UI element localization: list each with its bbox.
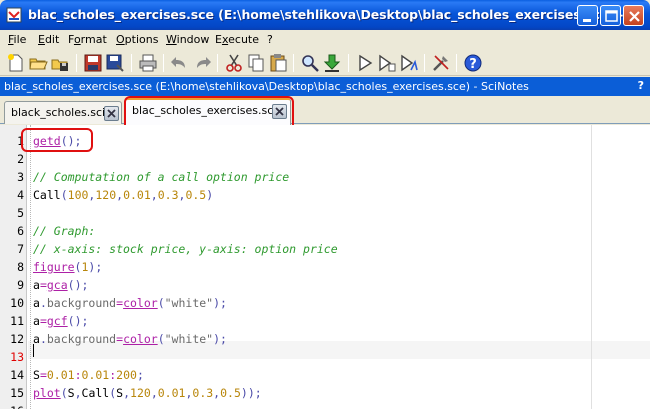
text-caret [33,344,34,357]
tab-bar: black_scholes.sci blac_scholes_exercises… [0,96,650,125]
line-number-current: 13 [10,350,24,364]
minimize-icon [583,19,591,22]
line-number: 12 [10,332,24,346]
window-title: blac_scholes_exercises.sce (E:\home\steh… [28,7,642,22]
line-number: 10 [10,296,24,310]
close-icon [629,11,640,22]
tab-black-scholes-sci[interactable]: black_scholes.sci [4,101,122,124]
code-line-10: a.background=color("white"); [33,296,227,310]
close-icon [107,109,116,118]
line-number: 11 [10,314,24,328]
menu-bar: File Edit Format Options Window Execute … [0,30,650,49]
line-number: 2 [17,152,24,166]
menu-file[interactable]: File [8,33,26,46]
line-number: 15 [10,386,24,400]
menu-options[interactable]: Options [116,33,158,46]
line-number: 9 [17,278,24,292]
minimize-button[interactable] [577,5,598,26]
code-line-4: Call(100,120,0.01,0.3,0.5) [33,188,214,202]
line-number: 4 [17,188,24,202]
save-icon[interactable] [83,53,103,73]
code-line-6: // Graph: [33,224,96,238]
open-from-disk-icon[interactable] [50,53,70,73]
code-highlight-annotation [21,128,93,152]
menu-edit[interactable]: Edit [38,33,59,46]
open-file-icon[interactable] [28,53,48,73]
tab-label: black_scholes.sci [11,106,106,119]
code-editor[interactable]: 1 2 3 4 5 6 7 8 9 10 11 12 13 14 15 16 g… [0,125,650,409]
indent-guide [30,125,31,409]
execute-until-caret-icon[interactable] [399,53,419,73]
line-number: 14 [10,368,24,382]
line-number: 7 [17,242,24,256]
svg-text:?: ? [469,57,477,72]
code-line-9: a=gca(); [33,278,89,292]
line-number: 3 [17,170,24,184]
code-line-7: // x-axis: stock price, y-axis: option p… [33,242,338,256]
print-icon[interactable] [138,53,158,73]
code-line-15: plot(S,Call(S,120,0.01,0.3,0.5)); [33,386,262,400]
code-line-8: figure(1); [33,260,103,274]
execute-file-icon[interactable] [377,53,397,73]
redo-icon[interactable] [192,53,212,73]
document-path: blac_scholes_exercises.sce (E:\home\steh… [4,80,529,93]
path-help-button[interactable]: ? [638,79,644,92]
cut-icon[interactable] [224,53,244,73]
preferences-icon[interactable] [431,53,451,73]
menu-window[interactable]: Window [166,33,209,46]
menu-format[interactable]: Format [68,33,107,46]
code-line-12: a.background=color("white"); [33,332,227,346]
line-number-gutter: 1 2 3 4 5 6 7 8 9 10 11 12 13 14 15 16 [0,125,27,409]
find-replace-icon[interactable] [300,53,320,73]
scinotes-app-icon[interactable] [6,7,22,23]
maximize-icon [605,10,618,22]
line-number: 6 [17,224,24,238]
code-line-14: S=0.01:0.01:200; [33,368,144,382]
line-number: 5 [17,206,24,220]
execute-icon[interactable] [355,53,375,73]
save-as-icon[interactable] [105,53,125,73]
document-path-bar: blac_scholes_exercises.sce (E:\home\steh… [0,77,650,96]
undo-icon[interactable] [170,53,190,73]
paste-icon[interactable] [268,53,288,73]
menu-help[interactable]: ? [267,33,273,46]
tab-close-button[interactable] [104,106,119,121]
title-bar[interactable]: blac_scholes_exercises.sce (E:\home\steh… [0,0,650,30]
copy-icon[interactable] [246,53,266,73]
close-button[interactable] [623,5,644,26]
menu-execute[interactable]: Execute [215,33,259,46]
toolbar: ? [0,49,650,76]
line-number: 16 [0,404,24,409]
code-line-3: // Computation of a call option price [33,170,290,184]
help-icon[interactable]: ? [463,53,483,73]
maximize-button[interactable] [600,5,621,26]
load-into-scilab-icon[interactable] [322,53,342,73]
right-margin-line [591,125,592,409]
new-file-icon[interactable] [6,53,26,73]
code-line-11: a=gcf(); [33,314,89,328]
line-number: 8 [17,260,24,274]
